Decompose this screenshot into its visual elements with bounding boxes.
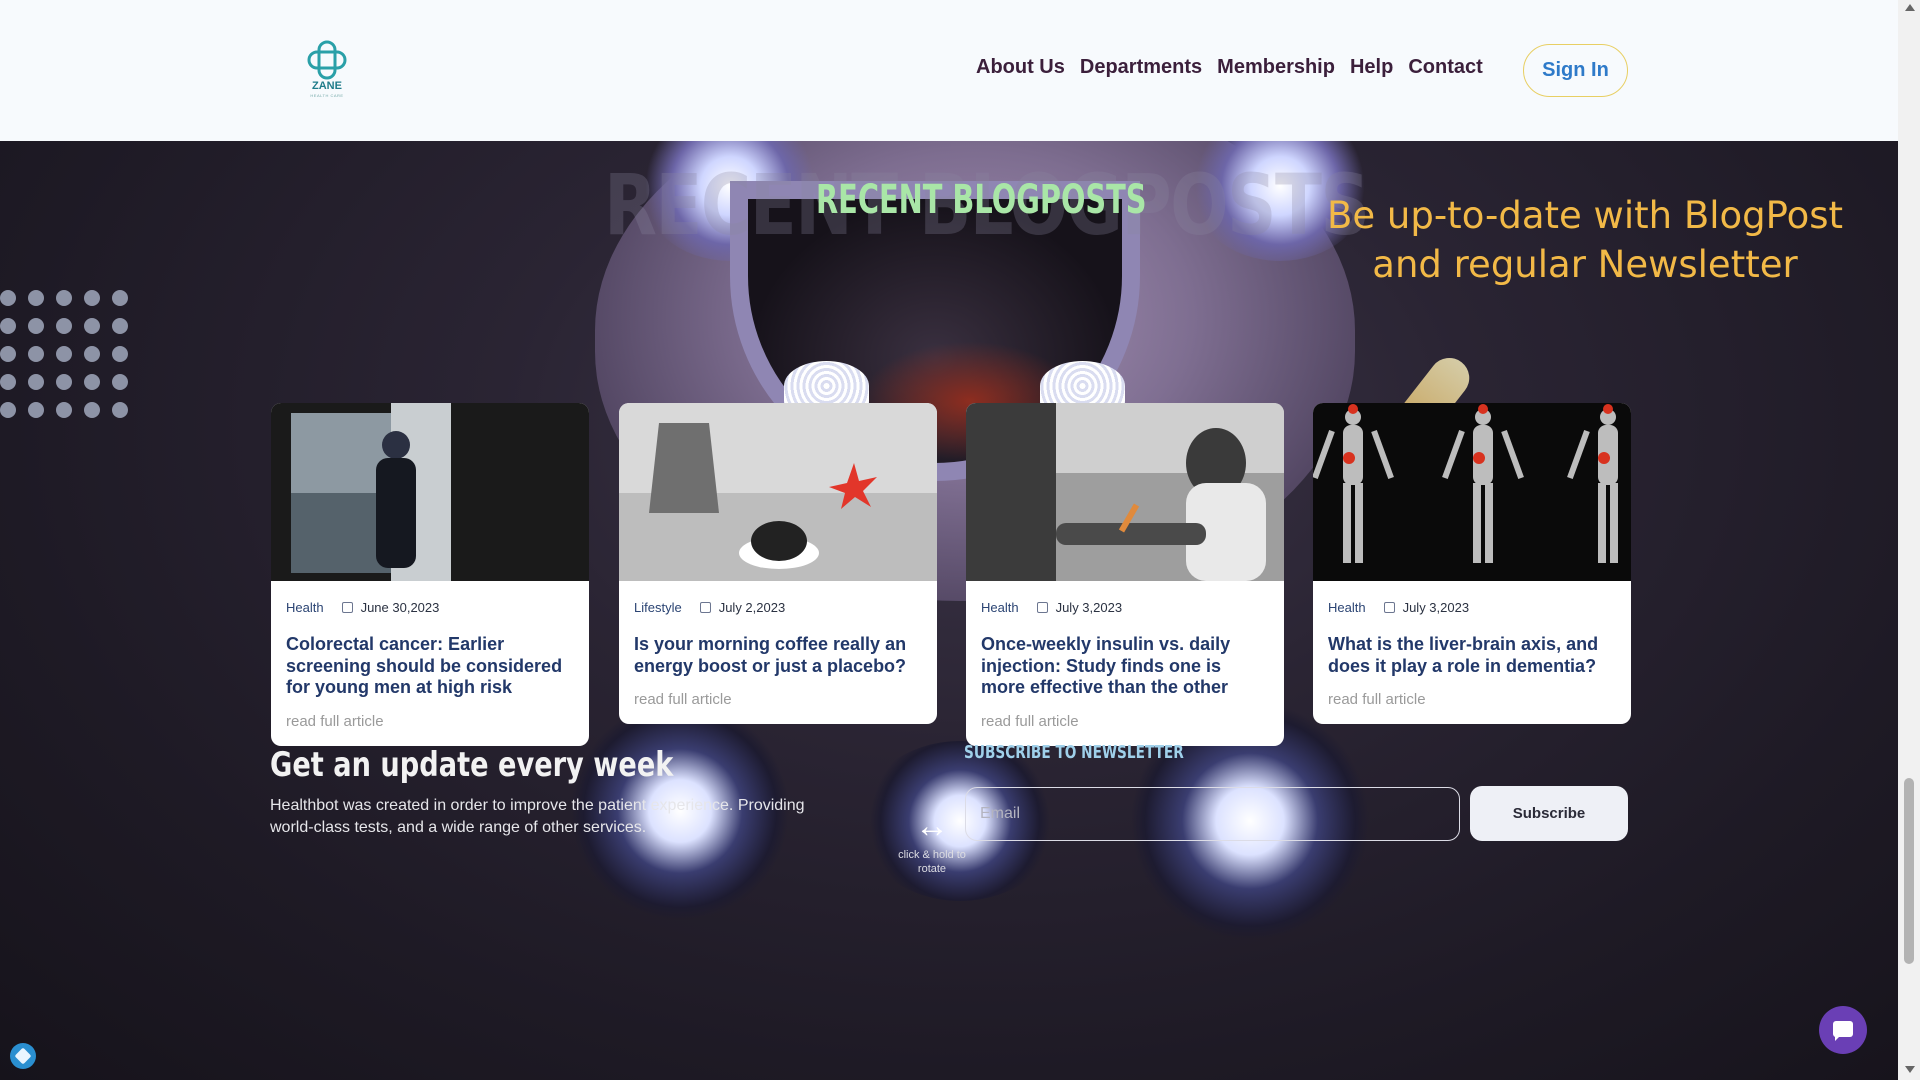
newsletter-promo-text: Be up-to-date with BlogPost and regular … bbox=[1326, 194, 1844, 286]
logo-subtext: HEALTH CARE bbox=[310, 93, 344, 98]
newsletter-description: Healthbot was created in order to improv… bbox=[270, 797, 805, 836]
scroll-up-arrow-icon[interactable] bbox=[1905, 4, 1915, 11]
blog-card[interactable]: Lifestyle July 2,2023 Is your morning co… bbox=[619, 403, 937, 724]
sign-in-button[interactable]: Sign In bbox=[1523, 44, 1628, 97]
section-title: RECENT BLOGPOSTS bbox=[816, 177, 1147, 223]
blog-card-image bbox=[1313, 403, 1631, 581]
read-full-article-link[interactable]: read full article bbox=[286, 713, 574, 730]
calendar-icon bbox=[699, 602, 711, 613]
blog-section: RECENT BLOGPOSTS RECENT BLOGPOSTS Be up-… bbox=[0, 141, 1898, 1080]
card-date: June 30,2023 bbox=[360, 600, 440, 615]
card-title[interactable]: What is the liver-brain axis, and does i… bbox=[1328, 634, 1616, 677]
blog-card[interactable]: Health June 30,2023 Colorectal cancer: E… bbox=[271, 403, 589, 746]
blog-card[interactable]: Health July 3,2023 Once-weekly insulin v… bbox=[966, 403, 1284, 746]
card-date: July 3,2023 bbox=[1055, 600, 1123, 615]
decorative-dots bbox=[0, 290, 128, 418]
read-full-article-link[interactable]: read full article bbox=[634, 691, 922, 708]
scroll-down-arrow-icon[interactable] bbox=[1905, 1066, 1915, 1073]
card-category[interactable]: Health bbox=[286, 600, 324, 615]
newsletter-heading: Get an update every week bbox=[270, 745, 674, 785]
read-full-article-link[interactable]: read full article bbox=[1328, 691, 1616, 708]
card-category[interactable]: Health bbox=[981, 600, 1019, 615]
card-date: July 3,2023 bbox=[1402, 600, 1470, 615]
chat-bubble-icon[interactable] bbox=[1819, 1006, 1867, 1054]
blog-card[interactable]: Health July 3,2023 What is the liver-bra… bbox=[1313, 403, 1631, 724]
subscribe-button[interactable]: Subscribe bbox=[1470, 786, 1628, 841]
nav-about-us[interactable]: About Us bbox=[976, 56, 1065, 79]
logo[interactable]: ZANE HEALTH CARE bbox=[300, 40, 354, 100]
card-category[interactable]: Lifestyle bbox=[634, 600, 682, 615]
site-header: ZANE HEALTH CARE About Us Departments Me… bbox=[0, 0, 1898, 141]
calendar-icon bbox=[341, 602, 353, 613]
blog-card-image bbox=[619, 403, 937, 581]
scrollbar-thumb[interactable] bbox=[1904, 778, 1914, 964]
calendar-icon bbox=[1383, 602, 1395, 613]
pointing-hand-icon: ↔ bbox=[915, 807, 949, 845]
calendar-icon bbox=[1036, 602, 1048, 613]
rotate-hint: ↔ click & hold to rotate bbox=[896, 808, 968, 876]
card-title[interactable]: Is your morning coffee really an energy … bbox=[634, 634, 922, 677]
card-category[interactable]: Health bbox=[1328, 600, 1366, 615]
read-full-article-link[interactable]: read full article bbox=[981, 713, 1269, 730]
logo-text: ZANE bbox=[312, 80, 342, 92]
blog-card-image bbox=[966, 403, 1284, 581]
nav-membership[interactable]: Membership bbox=[1217, 56, 1335, 79]
cube-icon[interactable] bbox=[10, 1043, 36, 1069]
blog-card-image bbox=[271, 403, 589, 581]
logo-cross-icon bbox=[307, 40, 347, 80]
card-date: July 2,2023 bbox=[718, 600, 786, 615]
nav-departments[interactable]: Departments bbox=[1080, 56, 1202, 79]
nav-contact[interactable]: Contact bbox=[1408, 56, 1482, 79]
email-input[interactable] bbox=[965, 787, 1460, 841]
main-nav: About Us Departments Membership Help Con… bbox=[976, 56, 1483, 79]
card-title[interactable]: Once-weekly insulin vs. daily injection:… bbox=[981, 634, 1269, 699]
page-scrollbar[interactable] bbox=[1898, 0, 1920, 1080]
newsletter-label: SUBSCRIBE TO NEWSLETTER bbox=[964, 742, 1184, 763]
card-title[interactable]: Colorectal cancer: Earlier screening sho… bbox=[286, 634, 574, 699]
rotate-hint-text: click & hold to rotate bbox=[898, 849, 966, 875]
nav-help[interactable]: Help bbox=[1350, 56, 1393, 79]
